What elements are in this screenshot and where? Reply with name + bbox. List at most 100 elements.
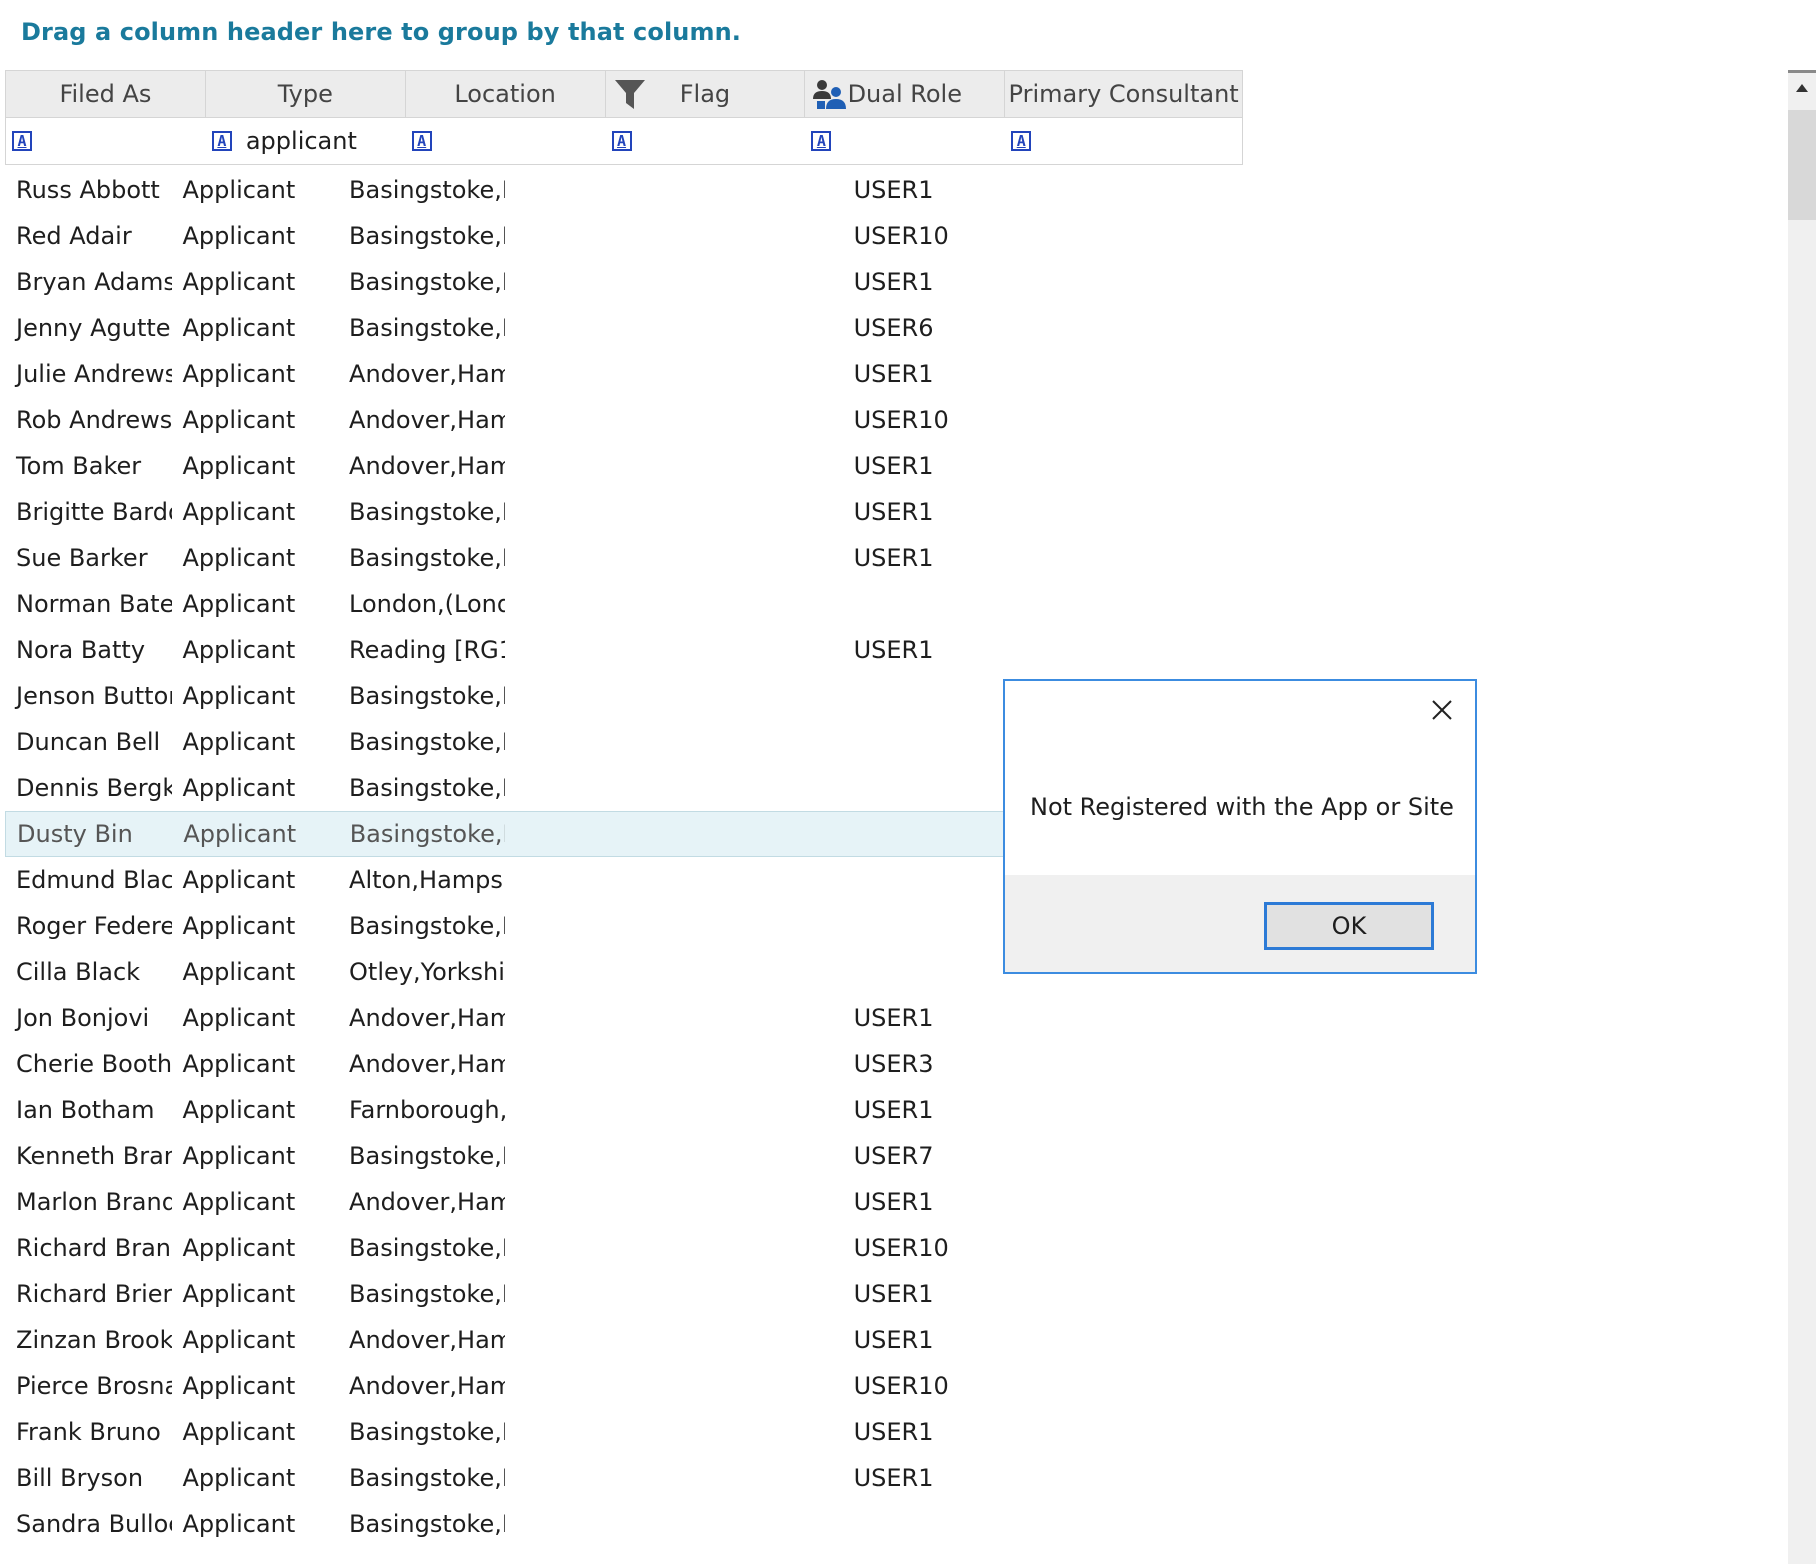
cell-filed-as[interactable]: Duncan Bell <box>5 728 172 756</box>
vertical-scrollbar[interactable] <box>1788 70 1816 1564</box>
cell-filed-as[interactable]: Nora Batty <box>5 636 172 664</box>
cell-location[interactable]: Andover,Hamps <box>338 1372 505 1400</box>
table-row[interactable]: Cherie BoothApplicantAndover,Hamps USER3 <box>5 1041 1005 1087</box>
table-row[interactable]: Ian BothamApplicantFarnborough,Ha USER1 <box>5 1087 1005 1133</box>
filter-cell-flag[interactable]: A <box>606 118 806 164</box>
cell-filed-as[interactable]: Roger Federer <box>5 912 172 940</box>
cell-primary-consultant[interactable]: USER1 <box>838 360 1005 388</box>
table-row[interactable]: Tom BakerApplicantAndover,Hamps USER1 <box>5 443 1005 489</box>
table-row[interactable]: Russ AbbottApplicantBasingstoke,Ha USER1 <box>5 167 1005 213</box>
cell-primary-consultant[interactable]: USER1 <box>838 1326 1005 1354</box>
table-row[interactable]: Kenneth BranagApplicantBasingstoke,Ha USE… <box>5 1133 1005 1179</box>
cell-location[interactable]: Basingstoke,Ha <box>338 912 505 940</box>
filter-operator-icon[interactable]: A <box>1011 131 1032 151</box>
cell-filed-as[interactable]: Julie Andrews <box>5 360 172 388</box>
cell-filed-as[interactable]: Jenny Agutter <box>5 314 172 342</box>
table-row[interactable]: Rob AndrewsApplicantAndover,Hamps USER10 <box>5 397 1005 443</box>
cell-type[interactable]: Applicant <box>172 452 339 480</box>
cell-location[interactable]: Basingstoke,Ha <box>338 176 505 204</box>
ok-button[interactable]: OK <box>1264 902 1434 950</box>
cell-primary-consultant[interactable]: USER1 <box>838 452 1005 480</box>
cell-primary-consultant[interactable]: USER1 <box>838 636 1005 664</box>
cell-filed-as[interactable]: Kenneth Branag <box>5 1142 172 1170</box>
table-row[interactable]: Julie AndrewsApplicantAndover,Hamps USER1 <box>5 351 1005 397</box>
cell-primary-consultant[interactable]: USER6 <box>838 314 1005 342</box>
cell-location[interactable]: Reading [RG1 7B <box>338 636 505 664</box>
table-row[interactable]: Dusty BinApplicantBasingstoke,Ha <box>5 811 1005 857</box>
cell-filed-as[interactable]: Red Adair <box>5 222 172 250</box>
cell-filed-as[interactable]: Edmund Blacka <box>5 866 172 894</box>
cell-filed-as[interactable]: Norman Bates <box>5 590 172 618</box>
cell-filed-as[interactable]: Cilla Black <box>5 958 172 986</box>
cell-type[interactable]: Applicant <box>172 222 339 250</box>
filter-operator-icon[interactable]: A <box>12 131 32 151</box>
filter-cell-filed-as[interactable]: A <box>6 118 206 164</box>
cell-location[interactable]: Farnborough,Ha <box>338 1096 505 1124</box>
table-row[interactable]: Brigitte BardotApplicantBasingstoke,Ha US… <box>5 489 1005 535</box>
cell-filed-as[interactable]: Russ Abbott <box>5 176 172 204</box>
cell-location[interactable]: Andover,Hamps <box>338 1326 505 1354</box>
cell-location[interactable]: Andover,Hamps <box>338 360 505 388</box>
cell-filed-as[interactable]: Ian Botham <box>5 1096 172 1124</box>
column-header-filed-as[interactable]: Filed As <box>6 71 206 117</box>
cell-type[interactable]: Applicant <box>172 1464 339 1492</box>
cell-filed-as[interactable]: Frank Bruno <box>5 1418 172 1446</box>
cell-primary-consultant[interactable]: USER1 <box>838 1188 1005 1216</box>
cell-type[interactable]: Applicant <box>172 268 339 296</box>
cell-type[interactable]: Applicant <box>172 1004 339 1032</box>
column-header-dual-role[interactable]: Dual Role <box>805 71 1006 117</box>
table-row[interactable]: Dennis BergkamApplicantBasingstoke,Ha <box>5 765 1005 811</box>
cell-location[interactable]: Basingstoke,Ha <box>338 774 505 802</box>
cell-primary-consultant[interactable]: USER10 <box>838 1372 1005 1400</box>
cell-location[interactable]: Basingstoke,Ha <box>338 1142 505 1170</box>
filter-operator-icon[interactable]: A <box>411 131 432 151</box>
cell-location[interactable]: Basingstoke,Ha <box>338 222 505 250</box>
cell-type[interactable]: Applicant <box>172 820 338 848</box>
table-row[interactable]: Norman BatesApplicantLondon,(London <box>5 581 1005 627</box>
table-row[interactable]: Jenson ButtonApplicantBasingstoke,Ha <box>5 673 1005 719</box>
cell-filed-as[interactable]: Marlon Brando <box>5 1188 172 1216</box>
cell-location[interactable]: Andover,Hamps <box>338 1004 505 1032</box>
cell-filed-as[interactable]: Richard Branson <box>5 1234 172 1262</box>
cell-primary-consultant[interactable]: USER3 <box>838 1050 1005 1078</box>
cell-location[interactable]: Basingstoke,Ha <box>338 1280 505 1308</box>
cell-type[interactable]: Applicant <box>172 1188 339 1216</box>
cell-location[interactable]: Basingstoke,Ha <box>338 1234 505 1262</box>
cell-primary-consultant[interactable]: USER1 <box>838 1280 1005 1308</box>
filter-cell-dual-role[interactable]: A <box>805 118 1005 164</box>
cell-location[interactable]: Basingstoke,Ha <box>338 498 505 526</box>
cell-primary-consultant[interactable]: USER1 <box>838 544 1005 572</box>
cell-type[interactable]: Applicant <box>172 360 339 388</box>
table-row[interactable]: Cilla BlackApplicantOtley,Yorkshire [ <box>5 949 1005 995</box>
table-row[interactable]: Pierce BrosnanApplicantAndover,Hamps USER… <box>5 1363 1005 1409</box>
cell-filed-as[interactable]: Pierce Brosnan <box>5 1372 172 1400</box>
table-row[interactable]: Bryan AdamsApplicantBasingstoke,Ha USER1 <box>5 259 1005 305</box>
cell-filed-as[interactable]: Dusty Bin <box>6 820 172 848</box>
cell-type[interactable]: Applicant <box>172 1234 339 1262</box>
cell-type[interactable]: Applicant <box>172 1050 339 1078</box>
cell-primary-consultant[interactable]: USER10 <box>838 1234 1005 1262</box>
cell-location[interactable]: Alton,Hampshir <box>338 866 505 894</box>
cell-location[interactable]: Basingstoke,Ha <box>339 820 505 848</box>
filter-operator-icon[interactable]: A <box>611 131 632 151</box>
filter-cell-primary-consultant[interactable]: A <box>1005 118 1242 164</box>
cell-location[interactable]: Andover,Hamps <box>338 1050 505 1078</box>
cell-location[interactable]: Andover,Hamps <box>338 452 505 480</box>
cell-type[interactable]: Applicant <box>172 590 339 618</box>
table-row[interactable]: Jenny AgutterApplicantBasingstoke,Ha USER… <box>5 305 1005 351</box>
cell-location[interactable]: Basingstoke,Ha <box>338 268 505 296</box>
cell-type[interactable]: Applicant <box>172 176 339 204</box>
cell-location[interactable]: Basingstoke,Ha <box>338 1418 505 1446</box>
table-row[interactable]: Duncan BellApplicantBasingstoke,Ha <box>5 719 1005 765</box>
scrollbar-thumb[interactable] <box>1788 110 1816 220</box>
cell-location[interactable]: Basingstoke,Ha <box>338 682 505 710</box>
cell-filed-as[interactable]: Cherie Booth <box>5 1050 172 1078</box>
cell-location[interactable]: Basingstoke,Ha <box>338 314 505 342</box>
cell-filed-as[interactable]: Bryan Adams <box>5 268 172 296</box>
cell-primary-consultant[interactable]: USER1 <box>838 176 1005 204</box>
cell-type[interactable]: Applicant <box>172 1418 339 1446</box>
cell-primary-consultant[interactable]: USER1 <box>838 1418 1005 1446</box>
cell-type[interactable]: Applicant <box>172 682 339 710</box>
close-icon[interactable] <box>1427 695 1457 725</box>
table-row[interactable]: Zinzan BrookeApplicantAndover,Hamps USER1 <box>5 1317 1005 1363</box>
